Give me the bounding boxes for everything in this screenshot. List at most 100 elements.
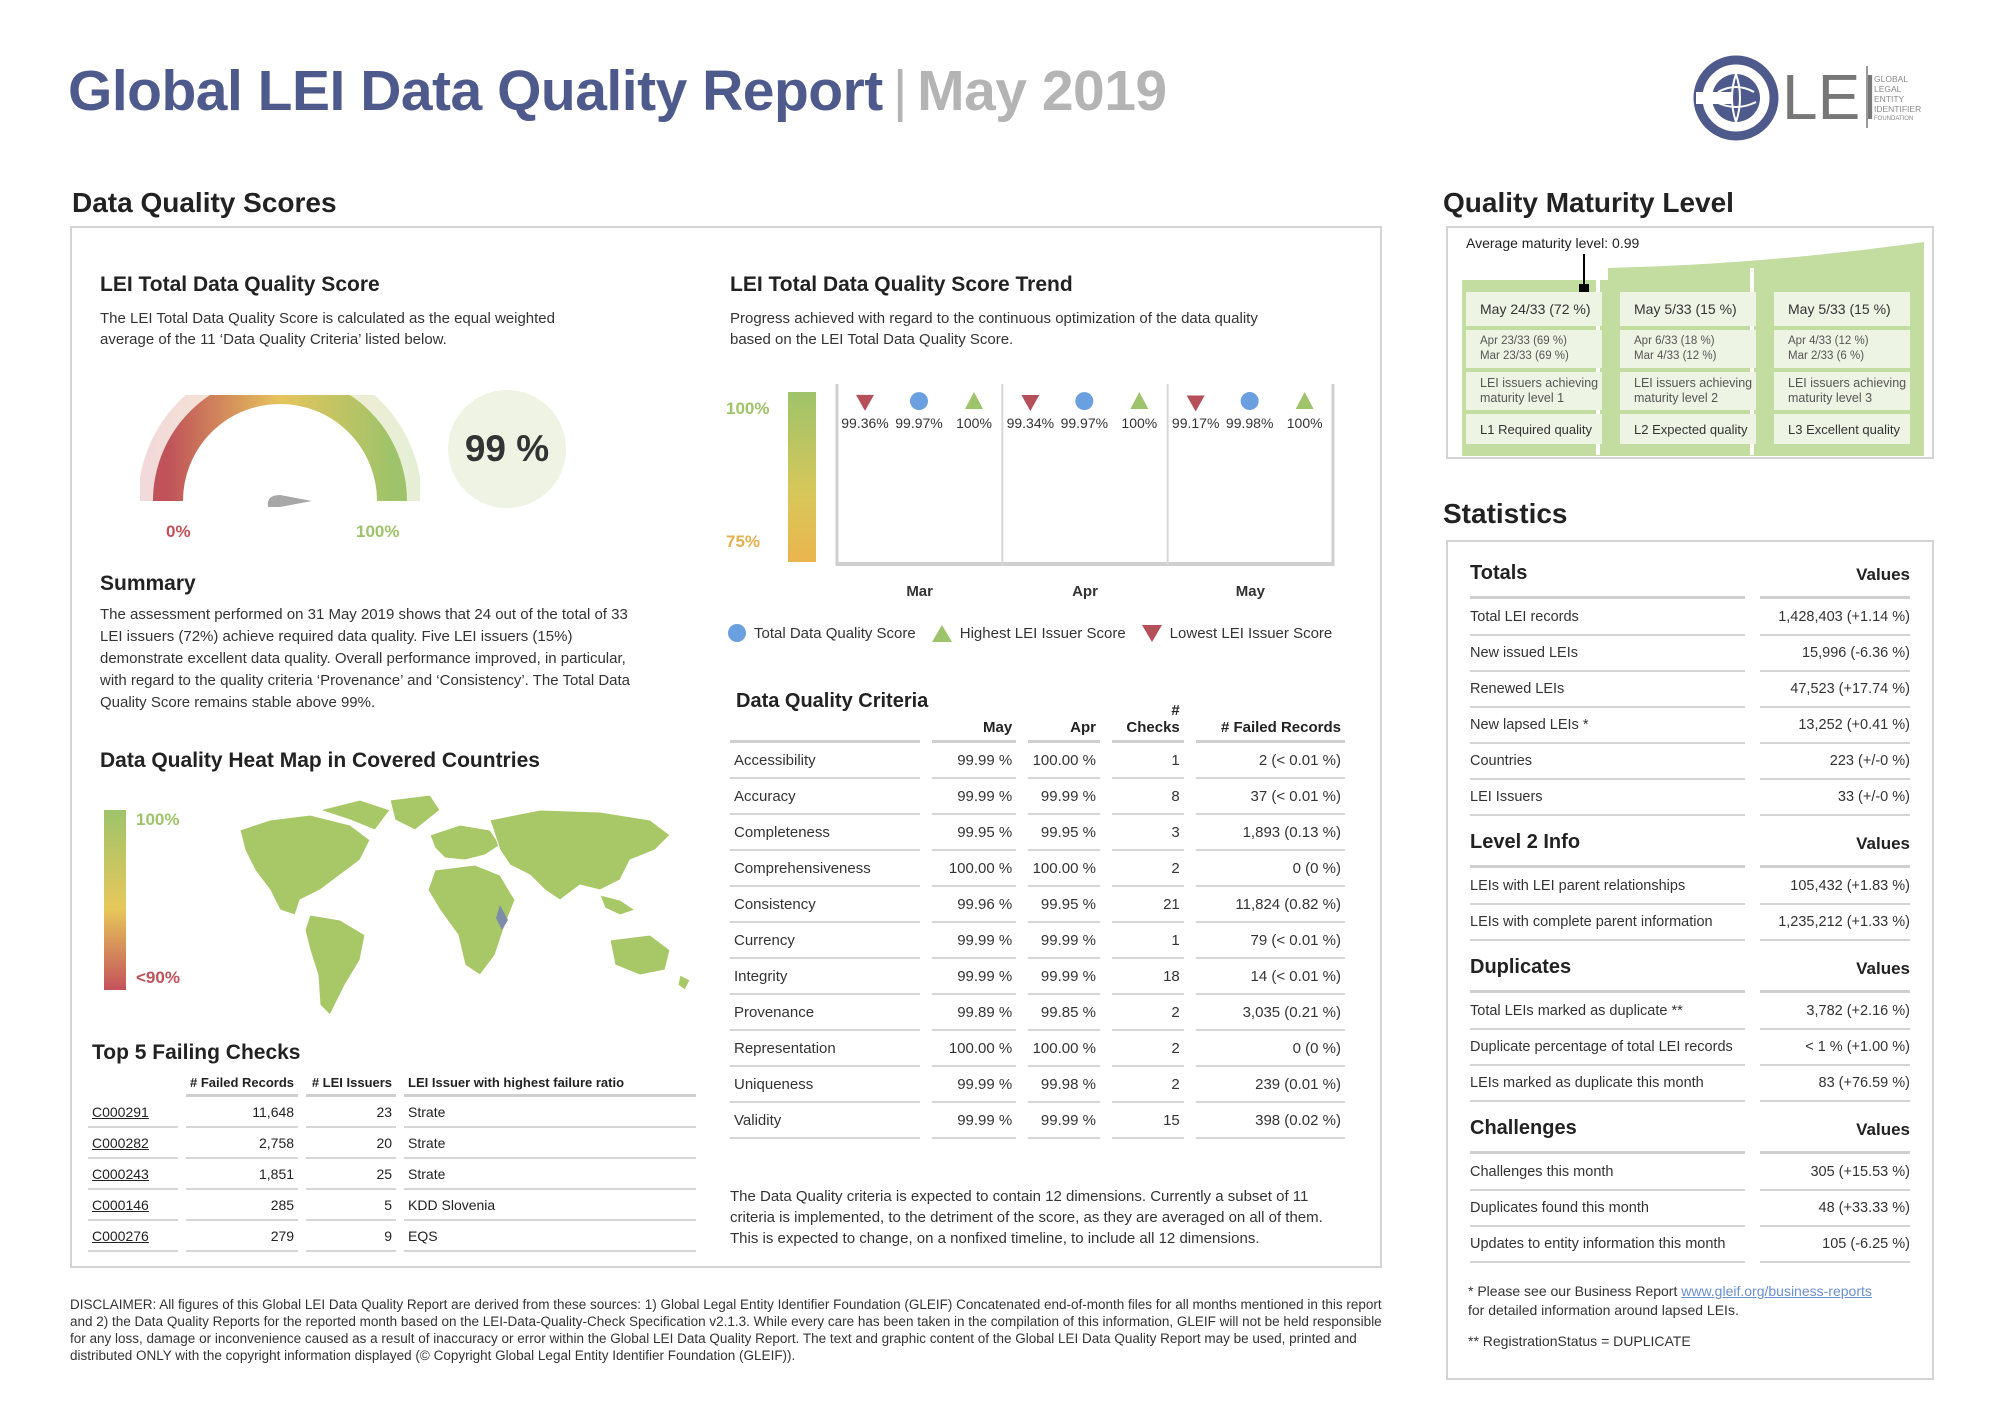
criteria-failed: 3,035 (0.21 %) [1195, 995, 1345, 1031]
data-label: 100% [956, 415, 992, 431]
col-highest-failure-issuer: LEI Issuer with highest failure ratio [404, 1075, 696, 1097]
criteria-may: 100.00 % [931, 1031, 1017, 1067]
stats-values-header: Values [1856, 565, 1910, 584]
gleif-logo: LEI GLOBAL LEGAL ENTITY IDENTIFIER FOUNDATIO… [1690, 52, 1930, 152]
maturity-desc-line1: LEI issuers achieving [1634, 376, 1753, 390]
criteria-name: Comprehensiveness [730, 851, 920, 887]
highest-score-marker [1130, 392, 1149, 409]
failing-check-row: C000146 285 5 KDD Slovenia [88, 1190, 696, 1221]
stats-row-label: LEIs marked as duplicate this month [1470, 1075, 1704, 1091]
criteria-name: Consistency [730, 887, 920, 923]
heatmap-title: Data Quality Heat Map in Covered Countri… [100, 749, 540, 772]
failing-check-row: C000276 279 9 EQS [88, 1221, 696, 1252]
highest-failure-issuer: Strate [404, 1159, 696, 1190]
stats-row-rule [1760, 939, 1910, 941]
check-id-link[interactable]: C000276 [88, 1221, 178, 1252]
maturity-description: LEI issuers achieving maturity level 1 [1466, 372, 1602, 410]
stats-row-label: Total LEIs marked as duplicate ** [1470, 1003, 1683, 1019]
criteria-row: Currency 99.99 % 99.99 % 1 79 (< 0.01 %) [730, 923, 1345, 959]
stats-row-value: 83 (+76.59 %) [1818, 1075, 1911, 1091]
criteria-failed: 239 (0.01 %) [1195, 1067, 1345, 1103]
criteria-may: 99.99 % [931, 743, 1017, 779]
total-score-marker [1240, 392, 1259, 411]
criteria-failed: 37 (< 0.01 %) [1195, 779, 1345, 815]
duplicate-status-note: ** RegistrationStatus = DUPLICATE [1468, 1333, 1691, 1349]
criteria-may: 99.89 % [931, 995, 1017, 1031]
criteria-name: Representation [730, 1031, 920, 1067]
stats-row-value: 13,252 (+0.41 %) [1798, 717, 1910, 733]
failing-checks-table: # Failed Records # LEI Issuers LEI Issue… [88, 1075, 696, 1252]
criteria-table: May Apr # Checks # Failed Records Access… [730, 702, 1345, 1139]
stats-row-value: 15,996 (-6.36 %) [1801, 645, 1910, 661]
title-text: Global LEI Data Quality Report [68, 59, 883, 123]
stats-row-rule [1760, 1261, 1910, 1263]
criteria-may: 99.99 % [931, 923, 1017, 959]
stats-row-rule [1470, 1100, 1745, 1102]
maturity-desc-line1: LEI issuers achieving [1788, 376, 1907, 390]
criteria-name: Completeness [730, 815, 920, 851]
lei-issuers: 23 [306, 1097, 397, 1128]
stats-row-label: Countries [1470, 753, 1533, 769]
criteria-failed: 0 (0 %) [1195, 851, 1345, 887]
check-id-link[interactable]: C000282 [88, 1128, 178, 1159]
criteria-row: Integrity 99.99 % 99.99 % 18 14 (< 0.01 %) [730, 959, 1345, 995]
col-checks: # Checks [1111, 702, 1184, 743]
criteria-failed: 0 (0 %) [1195, 1031, 1345, 1067]
criteria-row: Representation 100.00 % 100.00 % 2 0 (0 %) [730, 1031, 1345, 1067]
criteria-apr: 99.99 % [1028, 779, 1100, 815]
criteria-row: Validity 99.99 % 99.99 % 15 398 (0.02 %) [730, 1103, 1345, 1139]
maturity-panel: Average maturity level: 0.99 May 24/33 (… [1446, 226, 1934, 459]
criteria-row: Provenance 99.89 % 99.85 % 2 3,035 (0.21 %) [730, 995, 1345, 1031]
data-quality-scores-heading: Data Quality Scores [72, 187, 337, 218]
check-id-link[interactable]: C000291 [88, 1097, 178, 1128]
criteria-checks: 3 [1111, 815, 1184, 851]
maturity-level-name: L1 Required quality [1466, 414, 1602, 444]
stats-row-label: New issued LEIs [1470, 645, 1578, 661]
stats-values-header: Values [1856, 959, 1910, 978]
criteria-failed: 1,893 (0.13 %) [1195, 815, 1345, 851]
criteria-may: 99.99 % [931, 1067, 1017, 1103]
triangle-up-icon [931, 624, 952, 642]
statistics-heading: Statistics [1443, 498, 1568, 529]
business-report-link[interactable]: www.gleif.org/business-reports [1681, 1283, 1872, 1299]
data-label: 100% [1287, 415, 1323, 431]
stats-row-label: Total LEI records [1470, 609, 1579, 625]
stats-row-value: 105 (-6.25 %) [1822, 1236, 1910, 1252]
lapsed-note-suffix: for detailed information around lapsed L… [1468, 1302, 1739, 1318]
failing-check-row: C000282 2,758 20 Strate [88, 1128, 696, 1159]
stats-row-label: Renewed LEIs [1470, 681, 1565, 697]
stats-row-label: Challenges this month [1470, 1164, 1614, 1180]
disclaimer: DISCLAIMER: All figures of this Global L… [70, 1297, 1382, 1363]
stats-row-label: Duplicate percentage of total LEI record… [1470, 1039, 1733, 1055]
criteria-name: Uniqueness [730, 1067, 920, 1103]
highest-failure-issuer: EQS [404, 1221, 696, 1252]
heatmap-top-label: 100% [136, 810, 180, 829]
check-id-link[interactable]: C000243 [88, 1159, 178, 1190]
maturity-desc-line1: LEI issuers achieving [1480, 376, 1599, 390]
maturity-desc-line2: maturity level 3 [1788, 391, 1873, 405]
lei-issuers: 25 [306, 1159, 397, 1190]
criteria-checks: 21 [1111, 887, 1184, 923]
total-score-marker [910, 392, 928, 411]
criteria-row: Accessibility 99.99 % 100.00 % 1 2 (< 0.01 %… [730, 743, 1345, 779]
criteria-note: The Data Quality criteria is expected to… [730, 1188, 1323, 1247]
stats-row-rule [1470, 939, 1745, 941]
highest-failure-issuer: Strate [404, 1097, 696, 1128]
maturity-history: Apr 4/33 (12 %) Mar 2/33 (6 %) [1774, 330, 1910, 368]
stats-row-label: Updates to entity information this month [1470, 1236, 1726, 1252]
logo-org: GLOBAL LEGAL ENTITY IDENTIFIER FOUNDATION [1874, 74, 1922, 122]
maturity-prev-mar: Mar 4/33 (12 %) [1634, 350, 1717, 362]
x-tick-label: Mar [906, 583, 933, 600]
heatmap-legend-bar [104, 810, 126, 990]
criteria-apr: 100.00 % [1028, 851, 1100, 887]
criteria-apr: 99.85 % [1028, 995, 1100, 1031]
summary-text: The assessment performed on 31 May 2019 … [100, 606, 631, 711]
x-tick-label: Apr [1072, 583, 1098, 600]
check-id-link[interactable]: C000146 [88, 1190, 178, 1221]
criteria-row: Consistency 99.96 % 99.95 % 21 11,824 (0.82 … [730, 887, 1345, 923]
maturity-current: May 5/33 (15 %) [1774, 292, 1910, 326]
stats-values-header: Values [1856, 1120, 1910, 1139]
col-failed-records: # Failed Records [186, 1075, 299, 1097]
stats-row-rule [1470, 1261, 1745, 1263]
maturity-history: Apr 6/33 (18 %) Mar 4/33 (12 %) [1620, 330, 1756, 368]
